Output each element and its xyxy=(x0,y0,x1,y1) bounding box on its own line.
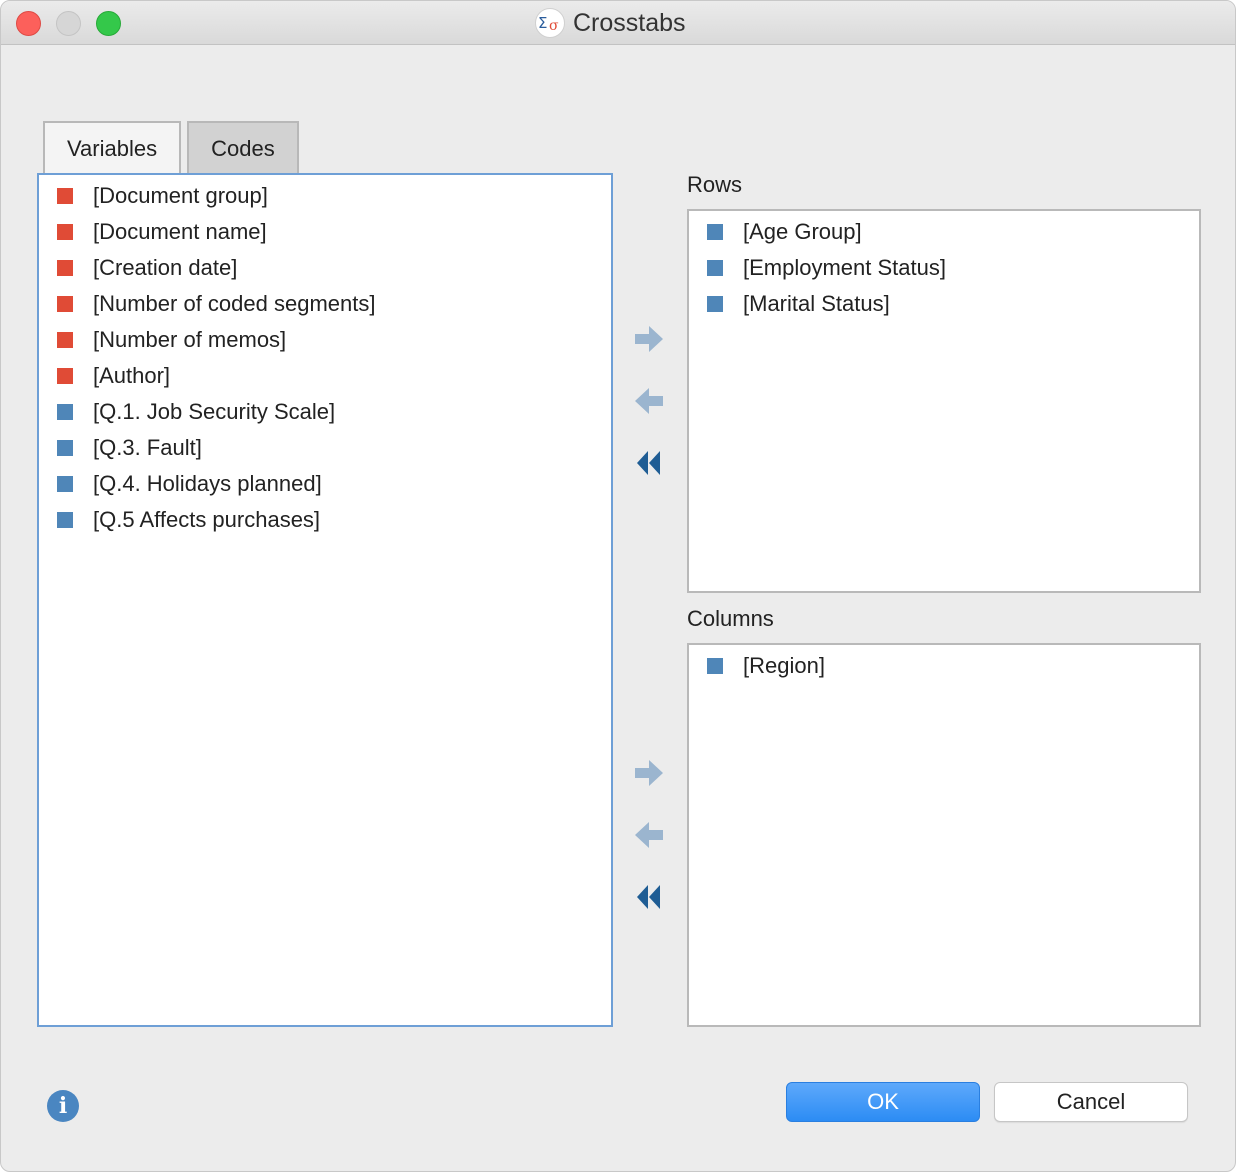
list-item-label: [Marital Status] xyxy=(743,291,890,316)
list-item-label: [Author] xyxy=(93,363,171,388)
list-item[interactable]: [Age Group] xyxy=(707,214,1199,250)
close-window-button[interactable] xyxy=(16,11,41,36)
remove-from-columns-button[interactable] xyxy=(629,815,669,855)
add-to-columns-button[interactable] xyxy=(629,753,669,793)
list-item-label: [Age Group] xyxy=(743,219,862,244)
variable-square-icon xyxy=(57,368,73,384)
double-chevron-left-icon xyxy=(637,885,660,909)
sigma-app-icon: Σ σ xyxy=(535,8,565,38)
list-item-label: [Q.3. Fault] xyxy=(93,435,202,460)
variable-square-icon xyxy=(707,224,723,240)
arrow-left-icon xyxy=(635,822,663,848)
list-item-label: [Q.1. Job Security Scale] xyxy=(93,399,336,424)
variable-square-icon xyxy=(707,658,723,674)
variable-square-icon xyxy=(57,224,73,240)
list-item[interactable]: [Q.3. Fault] xyxy=(57,430,611,466)
arrow-right-icon xyxy=(635,326,663,352)
list-item-label: [Q.4. Holidays planned] xyxy=(93,471,322,496)
source-tabs: Variables Codes xyxy=(43,121,299,175)
rows-list[interactable]: [Age Group] [Employment Status] [Marital S… xyxy=(687,209,1201,593)
tab-codes[interactable]: Codes xyxy=(187,121,299,175)
double-chevron-left-icon xyxy=(637,451,660,475)
variable-square-icon xyxy=(57,512,73,528)
title-bar: Σ σ Crosstabs xyxy=(1,1,1235,45)
tab-variables[interactable]: Variables xyxy=(43,121,182,175)
minimize-window-button[interactable] xyxy=(56,11,81,36)
list-item-label: [Region] xyxy=(743,653,825,678)
window-title-group: Σ σ Crosstabs xyxy=(535,7,686,39)
columns-label: Columns xyxy=(687,606,774,631)
list-item[interactable]: [Number of memos] xyxy=(57,322,611,358)
variable-square-icon xyxy=(57,476,73,492)
list-item-label: [Q.5 Affects purchases] xyxy=(93,507,321,532)
remove-from-rows-button[interactable] xyxy=(629,381,669,421)
info-icon[interactable]: i xyxy=(47,1090,79,1122)
variable-square-icon xyxy=(57,404,73,420)
cancel-button[interactable]: Cancel xyxy=(994,1082,1188,1122)
remove-all-from-columns-button[interactable] xyxy=(629,877,669,917)
list-item[interactable]: [Document group] xyxy=(57,178,611,214)
variable-square-icon xyxy=(707,296,723,312)
list-item-label: [Number of coded segments] xyxy=(93,291,376,316)
crosstabs-dialog: Σ σ Crosstabs Variables Codes [Document … xyxy=(0,0,1236,1172)
variable-square-icon xyxy=(57,188,73,204)
variable-square-icon xyxy=(57,332,73,348)
svg-text:Σ: Σ xyxy=(538,14,547,32)
remove-all-from-rows-button[interactable] xyxy=(629,443,669,483)
list-item-label: [Document name] xyxy=(93,219,267,244)
maximize-window-button[interactable] xyxy=(96,11,121,36)
list-item[interactable]: [Creation date] xyxy=(57,250,611,286)
list-item[interactable]: [Employment Status] xyxy=(707,250,1199,286)
list-item-label: [Creation date] xyxy=(93,255,238,280)
list-item[interactable]: [Marital Status] xyxy=(707,286,1199,322)
list-item-label: [Number of memos] xyxy=(93,327,287,352)
variable-square-icon xyxy=(57,440,73,456)
svg-text:σ: σ xyxy=(549,18,559,33)
list-item[interactable]: [Number of coded segments] xyxy=(57,286,611,322)
columns-list[interactable]: [Region] xyxy=(687,643,1201,1027)
arrow-right-icon xyxy=(635,760,663,786)
list-item[interactable]: [Author] xyxy=(57,358,611,394)
list-item[interactable]: [Document name] xyxy=(57,214,611,250)
arrow-left-icon xyxy=(635,388,663,414)
list-item[interactable]: [Q.1. Job Security Scale] xyxy=(57,394,611,430)
variable-square-icon xyxy=(707,260,723,276)
source-list[interactable]: [Document group] [Document name] [Creation… xyxy=(37,173,613,1027)
list-item-label: [Employment Status] xyxy=(743,255,946,280)
list-item[interactable]: [Q.4. Holidays planned] xyxy=(57,466,611,502)
variable-square-icon xyxy=(57,296,73,312)
add-to-rows-button[interactable] xyxy=(629,319,669,359)
variable-square-icon xyxy=(57,260,73,276)
window-title: Crosstabs xyxy=(573,8,686,37)
rows-label: Rows xyxy=(687,172,743,197)
list-item-label: [Document group] xyxy=(93,183,268,208)
list-item[interactable]: [Region] xyxy=(707,648,1199,684)
ok-button[interactable]: OK xyxy=(786,1082,980,1122)
list-item[interactable]: [Q.5 Affects purchases] xyxy=(57,502,611,538)
